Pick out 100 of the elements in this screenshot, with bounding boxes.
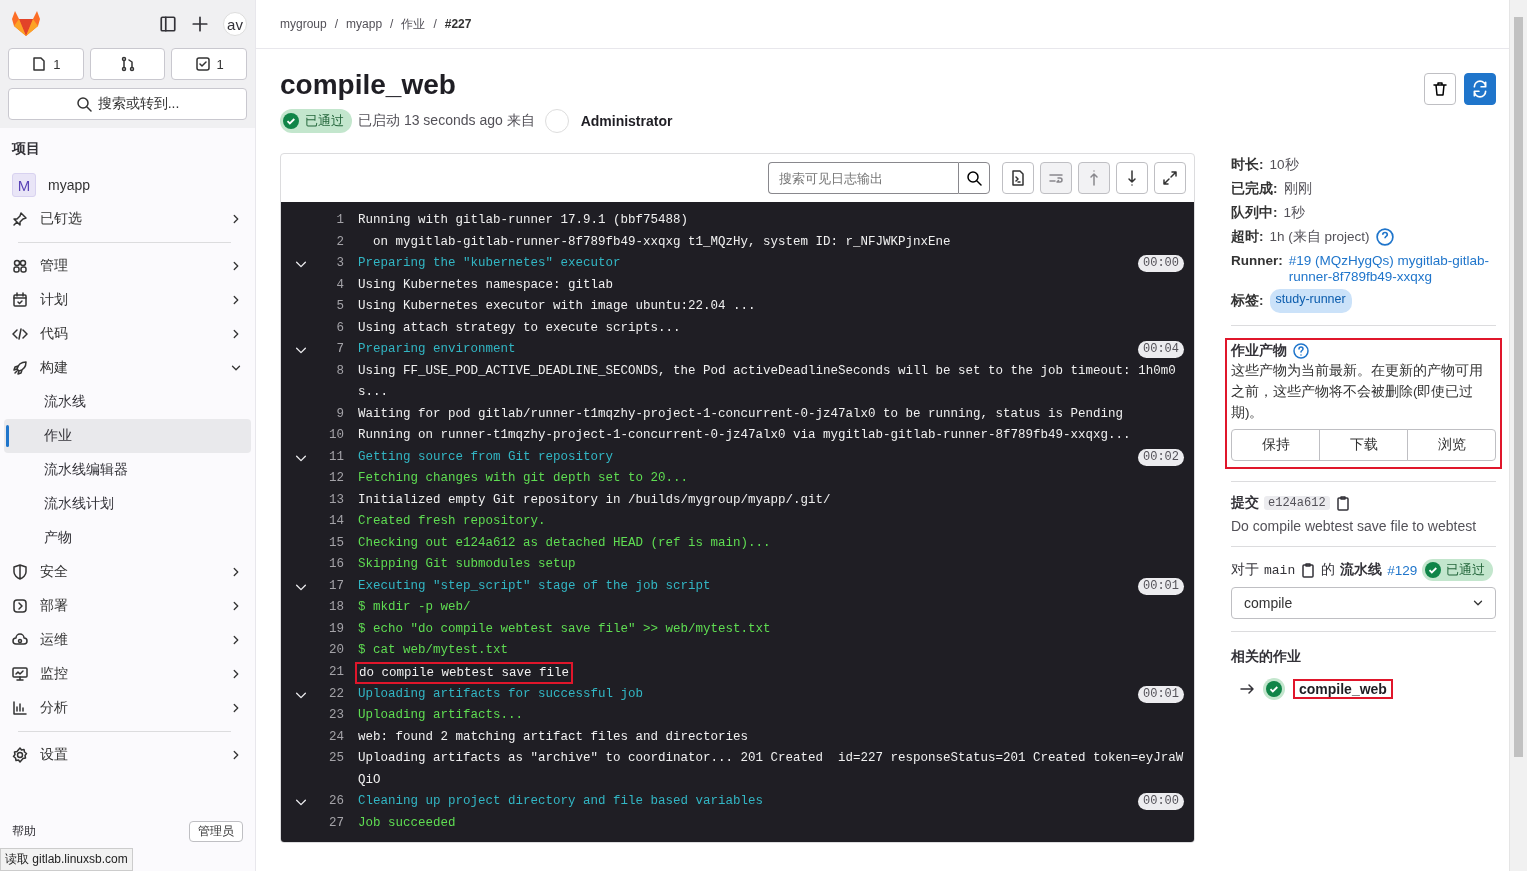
detail-label: 已完成: — [1231, 180, 1278, 198]
detail-value: 1秒 — [1283, 204, 1305, 222]
log-line: web: found 2 matching artifact files and directories — [358, 728, 750, 746]
search-button[interactable] — [958, 162, 990, 194]
pipeline-of: 的 — [1321, 561, 1336, 579]
nav-item[interactable]: 部署 — [4, 589, 251, 623]
nav-item[interactable]: 分析 — [4, 691, 251, 725]
log-line: Executing "step_script" stage of the job script — [358, 577, 712, 595]
line-number: 20 — [328, 642, 344, 659]
nav-subitem[interactable]: 流水线 — [4, 385, 251, 419]
line-number: 11 — [328, 448, 344, 466]
breadcrumb-link[interactable]: myapp — [346, 17, 383, 31]
line-number: 8 — [335, 362, 344, 380]
nav-item[interactable]: 已钉选 — [4, 202, 251, 236]
duration-badge: 00:02 — [1138, 448, 1184, 466]
artifact-button[interactable]: 保持 — [1231, 429, 1320, 461]
nav-subitem[interactable]: 流水线编辑器 — [4, 453, 251, 487]
nav-item[interactable]: 代码 — [4, 317, 251, 351]
calendar-icon — [12, 292, 28, 308]
search-button[interactable]: 搜索或转到... — [8, 88, 247, 120]
breadcrumb-link[interactable]: mygroup — [280, 17, 327, 31]
line-number: 3 — [335, 255, 344, 272]
log-line: Running on runner-t1mqzhy-project-1-concurrent-0-jz47alx0 via mygitlab-gitlab-runner-8f789fb49-xxqxg... — [358, 427, 1132, 444]
detail-label: 标签: — [1231, 292, 1264, 310]
runner-link[interactable]: #19 (MQzHygQs) mygitlab-gitlab-runner-8f789fb49-xxqxg — [1288, 249, 1496, 285]
line-number: 15 — [328, 534, 344, 552]
nav-subitem[interactable]: 流水线计划 — [4, 487, 251, 521]
counter-button[interactable]: 1 — [171, 48, 247, 80]
detail-label: 超时: — [1231, 228, 1264, 246]
line-number: 7 — [335, 341, 344, 358]
nav-subitem[interactable]: 作业 — [4, 419, 251, 453]
clipboard-icon — [1300, 562, 1317, 578]
nav-item[interactable]: 运维 — [4, 623, 251, 657]
nav-item[interactable]: 设置 — [4, 738, 251, 772]
help-icon[interactable] — [1375, 228, 1394, 246]
check-icon — [1425, 562, 1442, 578]
search-icon — [966, 170, 982, 186]
help-icon — [1293, 343, 1309, 359]
toolbar-button[interactable] — [1154, 162, 1186, 194]
commit-sha[interactable]: e124a612 — [1264, 496, 1330, 510]
nav-item[interactable]: 构建 — [4, 351, 251, 385]
search-field[interactable]: 搜索可见日志输出 — [768, 162, 958, 194]
todo-icon — [194, 56, 211, 72]
log-line: Uploading artifacts as "archive" to coordinator... 201 Created id=227 responseStatus=201 Created token=eyJraWQiO — [358, 750, 1184, 789]
admin-button[interactable]: 管理员 — [189, 820, 243, 842]
duration-badge: 00:00 — [1138, 255, 1184, 272]
log-line: Getting source from Git repository — [358, 448, 615, 466]
log-line: Using FF_USE_POD_ACTIVE_DEADLINE_SECONDS, the Pod activeDeadlineSeconds will be set to the job timeout: 1h0m0s... — [358, 362, 1177, 401]
merge-request-icon — [119, 56, 136, 72]
counter-button[interactable]: 1 — [8, 48, 84, 80]
log-line: Using attach strategy to execute scripts... — [358, 319, 682, 337]
line-number: 14 — [328, 513, 344, 530]
commit-message[interactable]: Do compile webtest save file to webtest — [1231, 518, 1496, 534]
nav-subitem[interactable]: 产物 — [4, 521, 251, 555]
nav-item[interactable]: 监控 — [4, 657, 251, 691]
detail-label: Runner: — [1231, 252, 1283, 270]
artifact-button[interactable]: 下载 — [1319, 429, 1408, 461]
counter-button[interactable] — [89, 48, 166, 80]
toolbar-button[interactable] — [1002, 162, 1034, 194]
breadcrumb-link[interactable]: 作业 — [401, 15, 426, 33]
stage-dropdown[interactable]: compile — [1231, 587, 1496, 619]
retry-button[interactable] — [1464, 73, 1496, 105]
log-line: Fetching changes with git depth set to 20... — [358, 470, 690, 487]
pipeline-link[interactable]: #129 — [1387, 562, 1418, 578]
project-link[interactable]: M myapp — [4, 168, 251, 202]
line-number: 13 — [328, 491, 344, 509]
job-link[interactable]: compile_web — [1293, 679, 1393, 699]
nav-item[interactable]: 管理 — [4, 249, 251, 283]
line-number: 2 — [335, 233, 344, 251]
expand-icon — [1162, 170, 1178, 186]
log-line: Using Kubernetes executor with image ubuntu:22.04 ... — [358, 298, 757, 315]
line-number: 18 — [328, 599, 344, 616]
user-avatar[interactable]: av — [223, 12, 247, 36]
scrollbar[interactable] — [1509, 0, 1527, 871]
sidebar-toggle-icon — [159, 15, 177, 33]
trash-icon — [1432, 81, 1448, 97]
detail-label: 流水线 — [1340, 561, 1383, 579]
help-link[interactable]: 帮助 — [12, 822, 36, 840]
log-line: Running with gitlab-runner 17.9.1 (bbf75488) — [358, 212, 690, 229]
detail-value: 刚刚 — [1283, 180, 1312, 198]
log-line: Preparing the "kubernetes" executor — [358, 255, 622, 272]
detail-label: 时长: — [1231, 156, 1264, 174]
user-name[interactable]: Administrator — [580, 113, 673, 129]
toolbar-button[interactable] — [1116, 162, 1148, 194]
breadcrumb-item[interactable]: #227 — [444, 17, 472, 31]
nav-item[interactable]: 计划 — [4, 283, 251, 317]
detail-label: 队列中: — [1231, 204, 1278, 222]
nav-item[interactable]: 安全 — [4, 555, 251, 589]
log-line: Skipping Git submodules setup — [358, 556, 577, 573]
detail-value: 10秒 — [1269, 156, 1299, 174]
log-line: $ mkdir -p web/ — [358, 599, 472, 616]
fox-logo-icon[interactable] — [12, 11, 40, 37]
cloud-icon — [12, 632, 28, 648]
line-number: 1 — [335, 212, 344, 229]
artifact-button[interactable]: 浏览 — [1407, 429, 1496, 461]
delete-button[interactable] — [1424, 73, 1456, 105]
line-number: 21 — [328, 663, 344, 681]
line-number: 22 — [328, 685, 344, 703]
line-number: 16 — [328, 556, 344, 573]
branch-name[interactable]: main — [1264, 562, 1296, 578]
